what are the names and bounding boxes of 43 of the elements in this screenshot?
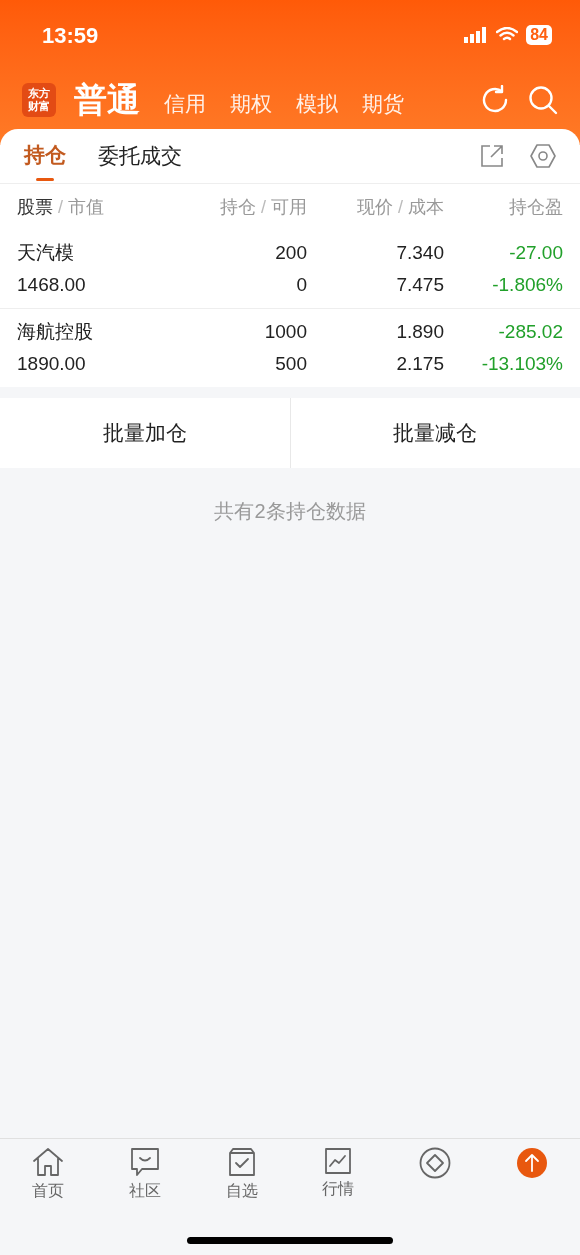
settings-icon[interactable] <box>530 143 556 169</box>
holdings-tab[interactable]: 委托成交 <box>98 128 182 184</box>
nav-item[interactable]: 首页 <box>0 1147 97 1203</box>
table-cell-text: 2.175 <box>395 352 444 376</box>
table-cell-text: 1468.00 <box>17 273 87 297</box>
table-cell-text: -285.02 <box>497 320 563 344</box>
column-header: 持仓盈 <box>508 195 563 219</box>
table-cell-text: 200 <box>274 241 307 265</box>
signal-icon <box>464 27 489 43</box>
column-header: 股票 / 市值 <box>17 195 106 219</box>
table-cell-text: 1000 <box>263 320 307 344</box>
battery-indicator: 84 <box>526 25 552 45</box>
nav-item[interactable]: 行情 <box>290 1147 387 1201</box>
table-cell-text: 1.890 <box>395 320 444 344</box>
share-icon[interactable] <box>480 144 504 168</box>
table-cell-text: 500 <box>274 352 307 376</box>
batch-button[interactable]: 批量加仓 <box>0 398 290 468</box>
nav-item[interactable]: 自选 <box>193 1147 290 1203</box>
table-cell-text: 1890.00 <box>17 352 87 376</box>
stock-name: 海航控股 <box>17 320 94 344</box>
table-cell-text: -13.103% <box>480 352 563 376</box>
nav-item[interactable]: 社区 <box>96 1147 194 1203</box>
wifi-icon <box>496 27 519 43</box>
summary-text: 共有2条持仓数据 <box>214 499 366 524</box>
chat-icon <box>130 1147 160 1177</box>
table-cell-text: 7.340 <box>395 241 444 265</box>
app-logo: 东方 财富 <box>22 83 56 117</box>
home-icon <box>32 1147 65 1177</box>
holdings-tab[interactable]: 持仓 <box>24 128 66 184</box>
stock-name: 天汽模 <box>17 241 75 265</box>
status-time: 13:59 <box>42 21 99 50</box>
chart-icon <box>324 1147 353 1175</box>
table-cell-text: -1.806% <box>491 273 563 297</box>
table-cell-text: 0 <box>295 273 307 297</box>
table-cell-text: 7.475 <box>395 273 444 297</box>
search-icon[interactable] <box>528 85 558 115</box>
checkbox-icon <box>227 1147 256 1177</box>
table-cell-text: -27.00 <box>508 241 563 265</box>
batch-button[interactable]: 批量减仓 <box>289 398 580 468</box>
refresh-icon[interactable] <box>480 85 510 115</box>
column-header: 现价 / 成本 <box>355 195 444 219</box>
column-header: 持仓 / 可用 <box>218 195 307 219</box>
tab-indicator <box>36 177 54 181</box>
